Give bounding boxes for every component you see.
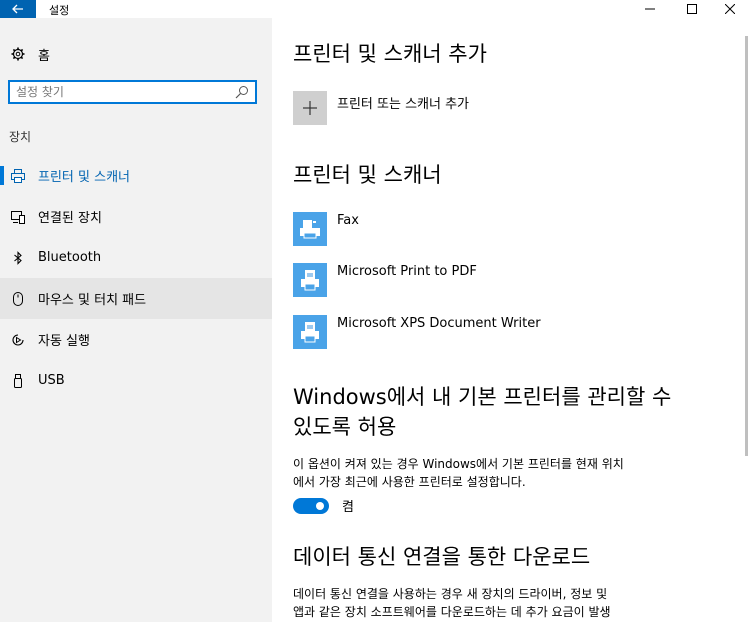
usb-icon [10,373,26,389]
add-printer-heading: 프린터 및 스캐너 추가 [293,42,487,66]
metered-download-description-line1: 데이터 통신 연결을 사용하는 경우 새 장치의 드라이버, 정보 및 [293,587,608,601]
printer-item-fax[interactable]: Fax [293,212,359,246]
close-button[interactable] [710,0,750,18]
sidebar-item-label: 마우스 및 터치 패드 [38,293,147,308]
main-content: 프린터 및 스캐너 추가 프린터 또는 스캐너 추가 프린터 및 스캐너 Fax [272,18,750,622]
default-printer-toggle-row: 켬 [293,496,354,515]
home-label: 홈 [38,48,50,64]
printer-icon [10,168,26,184]
sidebar-item-label: USB [38,373,65,388]
printer-tile [293,212,327,246]
printers-heading: 프린터 및 스캐너 [293,163,442,187]
close-icon [725,4,735,14]
add-printer-label: 프린터 또는 스캐너 추가 [337,97,469,112]
sidebar-item-mouse[interactable]: 마우스 및 터치 패드 [0,278,272,319]
printer-name: Microsoft Print to PDF [337,264,477,279]
search-input[interactable] [10,83,242,101]
add-tile [293,91,327,125]
add-printer-button[interactable]: 프린터 또는 스캐너 추가 [293,91,469,125]
gear-icon [10,46,26,62]
sidebar-item-label: 프린터 및 스캐너 [38,170,130,185]
printer-tile [293,315,327,349]
scrollbar-thumb[interactable] [745,36,748,456]
metered-download-heading: 데이터 통신 연결을 통한 다운로드 [293,545,591,569]
metered-download-description-line2: 앱과 같은 장치 소프트웨어를 다운로드하는 데 추가 요금이 발생 [293,605,611,619]
back-arrow-icon [12,4,23,14]
search-box[interactable] [8,80,257,104]
printer-tile [293,263,327,297]
default-printer-description-line2: 에서 가장 최근에 사용한 프린터로 설정합니다. [293,475,526,489]
title-bar: 설정 [0,0,750,18]
sidebar-item-label: Bluetooth [38,250,102,265]
minimize-button[interactable] [630,0,670,18]
sidebar-item-autoplay[interactable]: 자동 실행 [0,319,272,360]
sidebar-item-connected-devices[interactable]: 연결된 장치 [0,196,272,237]
sidebar-item-label: 자동 실행 [38,334,90,349]
default-printer-heading-line2: 있도록 허용 [293,415,397,439]
plus-icon [303,101,317,115]
fax-icon [300,220,320,239]
sidebar: 홈 장치 프린터 및 스캐너 연결된 장치 [0,18,272,622]
sidebar-item-bluetooth[interactable]: Bluetooth [0,237,272,278]
printer-icon [301,270,319,291]
printer-item-xps[interactable]: Microsoft XPS Document Writer [293,315,541,349]
home-link[interactable]: 홈 [10,44,50,64]
mouse-icon [10,291,26,307]
bluetooth-icon [10,250,26,266]
sidebar-item-usb[interactable]: USB [0,360,272,401]
toggle-knob [316,501,324,510]
default-printer-description: 이 옵션이 켜져 있는 경우 Windows에서 기본 프린터를 현재 위치 에… [293,455,688,491]
connected-devices-icon [10,209,26,225]
default-printer-heading: Windows에서 내 기본 프린터를 관리할 수 있도록 허용 [293,382,671,442]
search-icon [235,86,248,99]
printer-name: Fax [337,213,359,228]
toggle-state-label: 켬 [342,500,354,515]
printer-name: Microsoft XPS Document Writer [337,316,541,331]
metered-download-description: 데이터 통신 연결을 사용하는 경우 새 장치의 드라이버, 정보 및 앱과 같… [293,585,688,621]
autoplay-icon [10,332,26,348]
back-button[interactable] [0,0,36,18]
printer-item-pdf[interactable]: Microsoft Print to PDF [293,263,477,297]
sidebar-item-label: 연결된 장치 [38,211,102,226]
default-printer-heading-line1: Windows에서 내 기본 프린터를 관리할 수 [293,385,672,409]
sidebar-item-printers[interactable]: 프린터 및 스캐너 [0,155,272,196]
window-title: 설정 [49,4,70,17]
maximize-icon [687,4,697,14]
minimize-icon [645,8,655,10]
scrollbar[interactable] [742,18,750,622]
section-label: 장치 [9,130,32,144]
default-printer-toggle[interactable] [293,497,329,514]
default-printer-description-line1: 이 옵션이 켜져 있는 경우 Windows에서 기본 프린터를 현재 위치 [293,457,624,471]
printer-icon [301,322,319,343]
maximize-button[interactable] [672,0,712,18]
